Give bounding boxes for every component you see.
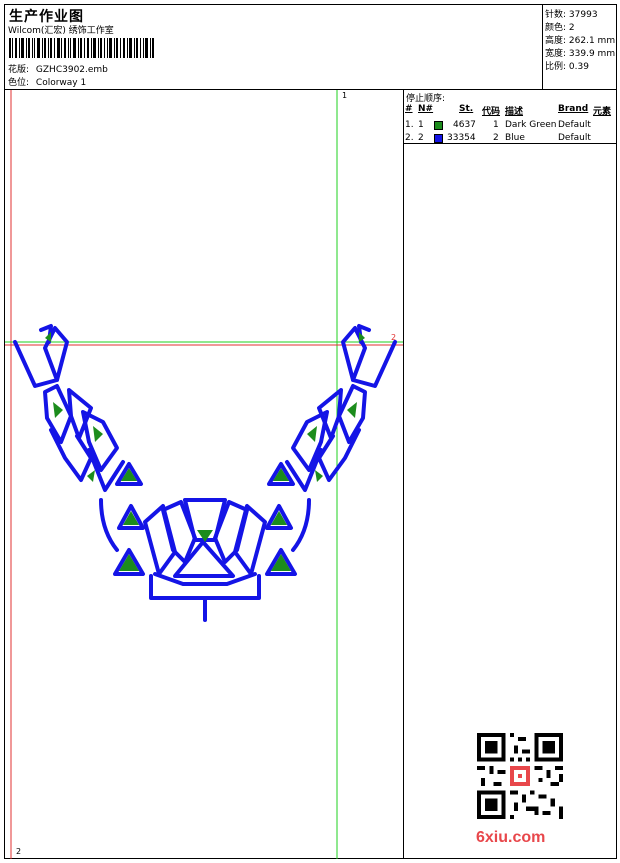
col-header-description: 描述 [505,107,524,117]
stat-colors: 颜色: 2 [545,23,575,33]
company-name: Wilcom(汇宏) 绣饰工作室 [8,26,114,36]
marker-right: 2 [391,333,397,342]
stat-height: 高度: 262.1 mm [545,36,616,46]
design-value: GZHC3902.emb [35,65,108,75]
design-label: 花版: [8,65,30,75]
col-header-code: 代码 [482,107,501,117]
col-header-element: 元素 [593,107,612,117]
marker-top: 1 [342,91,348,100]
table-row: 1. 1 4637 1 Dark Green Default [405,120,591,130]
panel-separator [404,143,617,144]
col-header-needle: N# [418,104,434,114]
barcode [9,38,154,58]
table-row: 2. 2 33354 2 Blue Default [405,133,591,143]
col-header-stitches: St. [459,104,474,114]
embroidery-outline [13,324,397,622]
marker-bottom: 2 [16,847,22,856]
col-header-brand: Brand [558,104,589,114]
stat-width: 宽度: 339.9 mm [545,49,616,59]
design-canvas: 1 2 2 [5,90,403,859]
stat-scale: 比例: 0.39 [545,62,589,72]
header-info: 生产作业图 Wilcom(汇宏) 绣饰工作室 花版: GZHC3902.emb … [5,5,542,89]
stop-sequence-title: 停止顺序: [406,94,446,104]
embroidery-preview [5,90,403,859]
colorway-value: Colorway 1 [35,78,87,88]
qr-code [477,733,563,819]
color-swatch-blue [434,134,443,143]
stats-panel: 针数: 37993 颜色: 2 高度: 262.1 mm 宽度: 339.9 m… [542,5,618,89]
watermark: 6xiu.com [476,829,546,846]
stat-stitches: 针数: 37993 [545,10,598,20]
col-header-index: # [405,104,413,114]
colorway: 色位: Colorway 1 [8,75,86,88]
design-name: 花版: GZHC3902.emb [8,62,108,75]
colorway-label: 色位: [8,78,30,88]
color-swatch-dark-green [434,121,443,130]
production-worksheet: 生产作业图 Wilcom(汇宏) 绣饰工作室 花版: GZHC3902.emb … [4,4,617,859]
